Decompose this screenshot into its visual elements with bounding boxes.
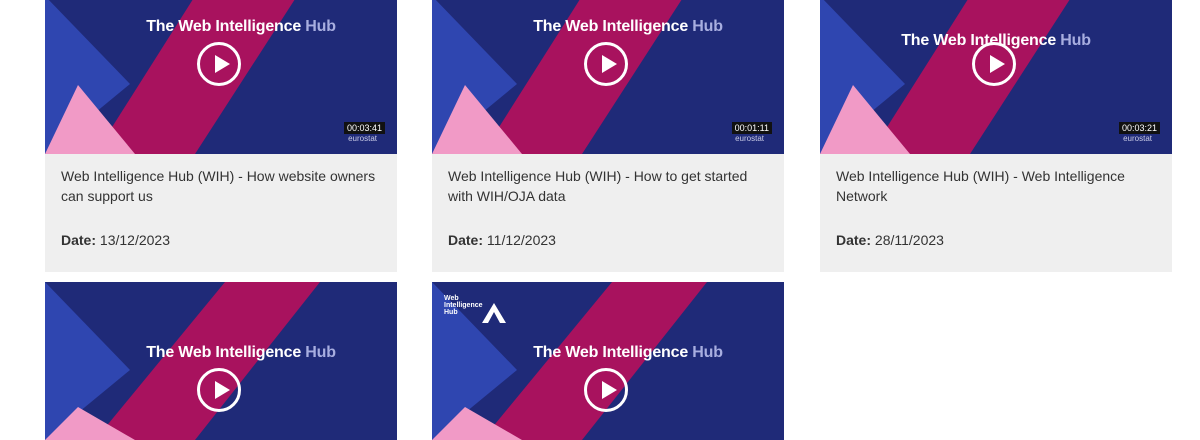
brand-mark: eurostat — [1123, 134, 1152, 143]
video-date: Date: 28/11/2023 — [836, 232, 944, 248]
play-icon[interactable] — [197, 42, 241, 86]
video-card[interactable]: The Web Intelligence Hub — [45, 282, 397, 440]
video-thumbnail[interactable]: The Web Intelligence Hub 00:01:11 eurost… — [432, 0, 784, 154]
date-value: 28/11/2023 — [874, 232, 944, 248]
date-label: Date: — [448, 232, 484, 248]
video-title[interactable]: Web Intelligence Hub (WIH) - How to get … — [448, 166, 768, 206]
play-icon[interactable] — [197, 368, 241, 412]
date-value: 13/12/2023 — [99, 232, 170, 248]
video-duration: 00:03:21 — [1118, 122, 1160, 134]
video-card[interactable]: Web Intelligence Hub The Web Intelligenc… — [432, 282, 784, 440]
date-label: Date: — [836, 232, 872, 248]
thumbnail-title: The Web Intelligence Hub — [533, 18, 723, 35]
brand-mark: eurostat — [348, 134, 377, 143]
brand-mark: eurostat — [735, 134, 764, 143]
card-body: Web Intelligence Hub (WIH) - Web Intelli… — [820, 154, 1172, 272]
video-thumbnail[interactable]: The Web Intelligence Hub — [45, 282, 397, 440]
card-body: Web Intelligence Hub (WIH) - How to get … — [432, 154, 784, 272]
video-date: Date: 11/12/2023 — [448, 232, 556, 248]
play-icon[interactable] — [584, 368, 628, 412]
video-title[interactable]: Web Intelligence Hub (WIH) - How website… — [61, 166, 381, 206]
card-body: Web Intelligence Hub (WIH) - How website… — [45, 154, 397, 272]
date-value: 11/12/2023 — [486, 232, 556, 248]
video-card[interactable]: The Web Intelligence Hub 00:01:11 eurost… — [432, 0, 784, 272]
video-title[interactable]: Web Intelligence Hub (WIH) - Web Intelli… — [836, 166, 1156, 206]
video-date: Date: 13/12/2023 — [61, 232, 170, 248]
thumbnail-title: The Web Intelligence Hub — [533, 344, 723, 361]
thumbnail-title: The Web Intelligence Hub — [146, 18, 336, 35]
video-thumbnail[interactable]: The Web Intelligence Hub 00:03:21 eurost… — [820, 0, 1172, 154]
thumbnail-title: The Web Intelligence Hub — [146, 344, 336, 361]
video-duration: 00:03:41 — [343, 122, 385, 134]
play-icon[interactable] — [972, 42, 1016, 86]
date-label: Date: — [61, 232, 97, 248]
wih-logo: Web Intelligence Hub — [444, 295, 514, 327]
video-card[interactable]: The Web Intelligence Hub 00:03:41 eurost… — [45, 0, 397, 272]
video-thumbnail[interactable]: Web Intelligence Hub The Web Intelligenc… — [432, 282, 784, 440]
logo-mark-icon — [482, 303, 506, 323]
video-duration: 00:01:11 — [731, 122, 772, 134]
video-card[interactable]: The Web Intelligence Hub 00:03:21 eurost… — [820, 0, 1172, 272]
video-thumbnail[interactable]: The Web Intelligence Hub 00:03:41 eurost… — [45, 0, 397, 154]
play-icon[interactable] — [584, 42, 628, 86]
